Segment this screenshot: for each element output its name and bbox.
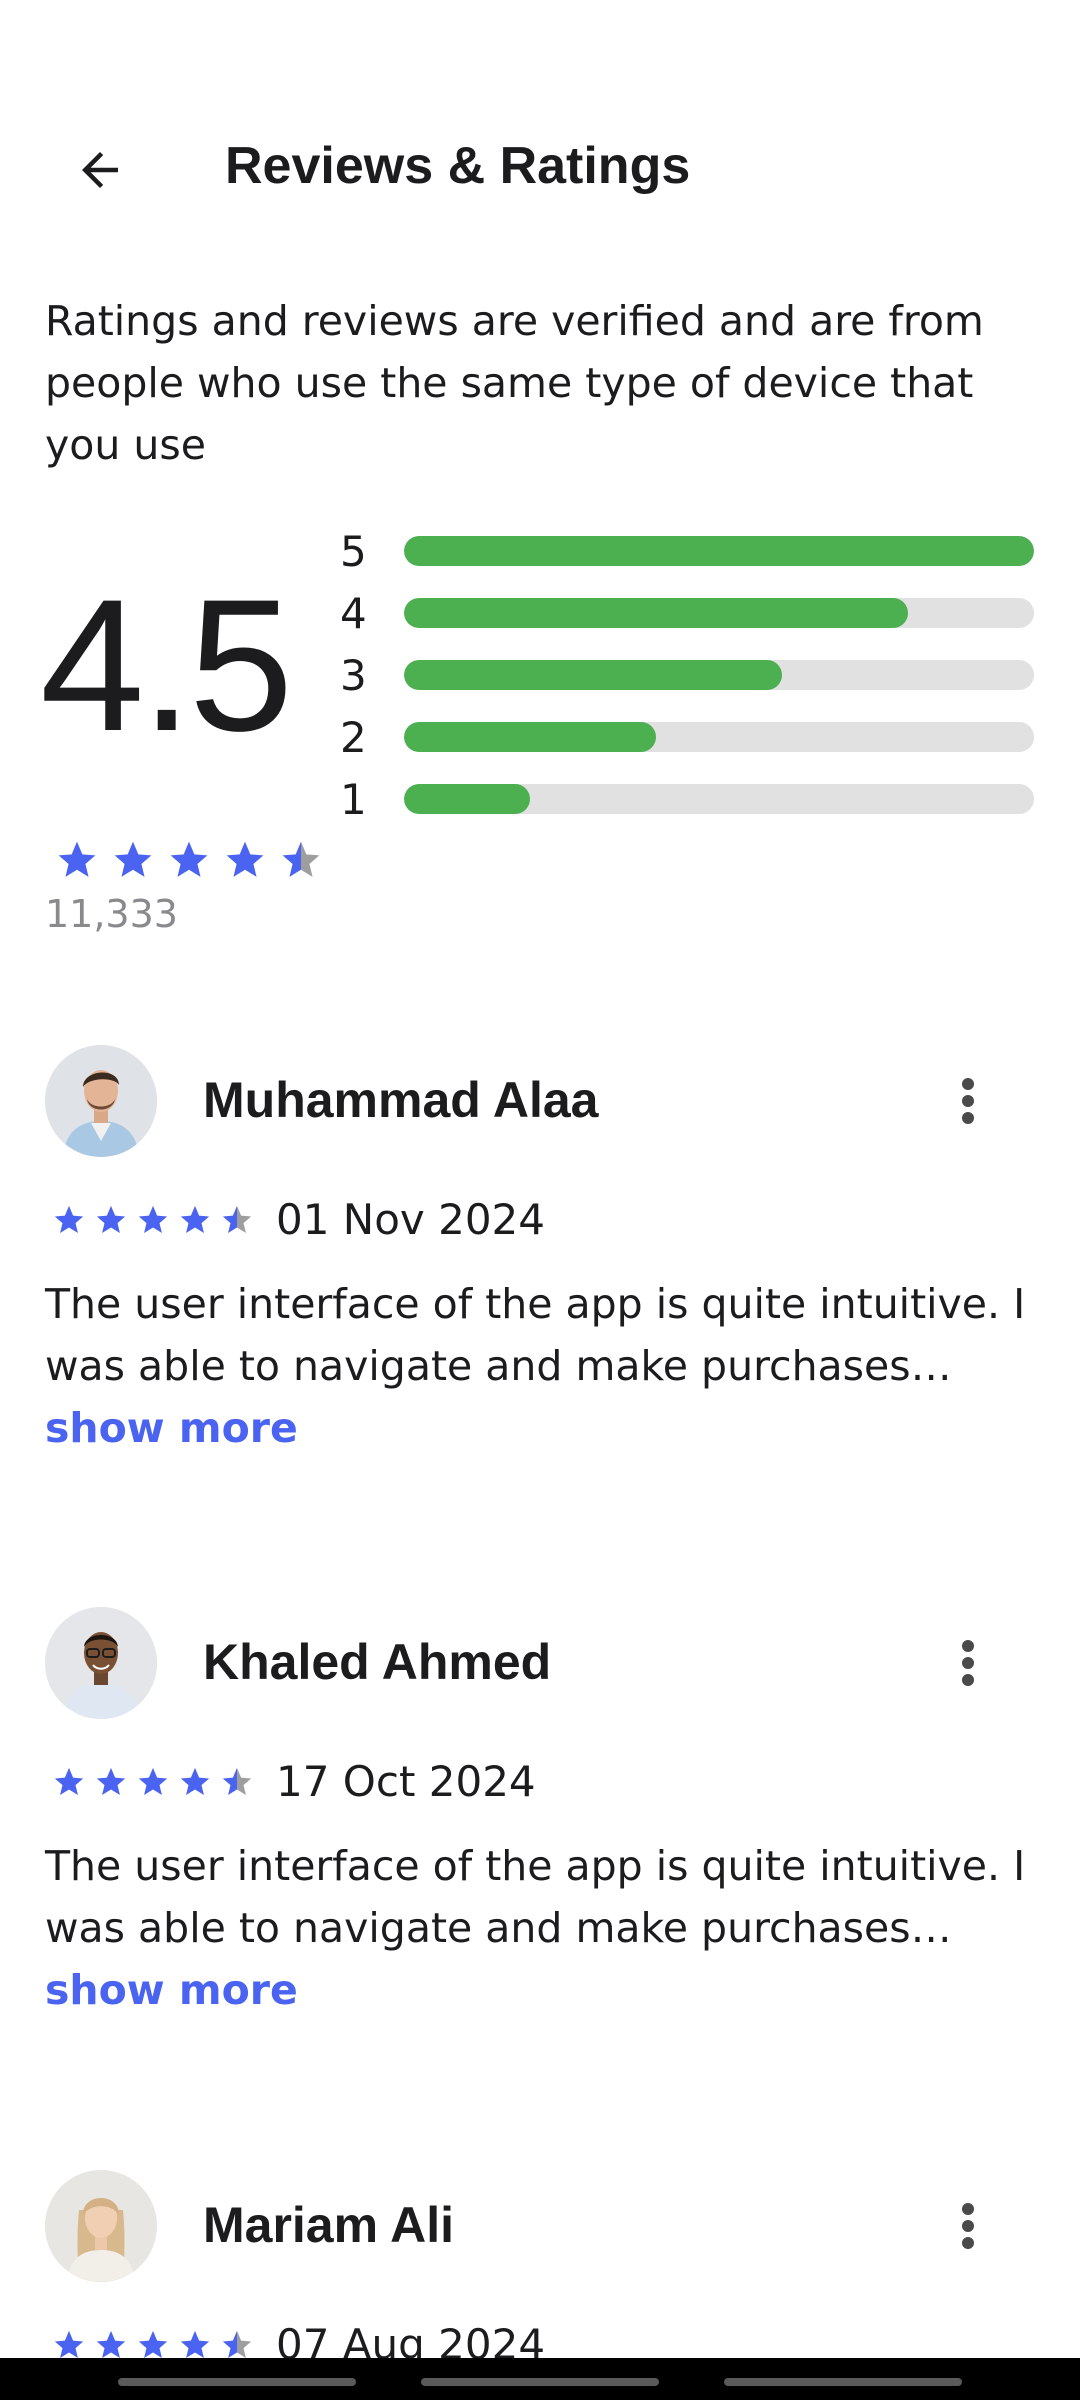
star-icon bbox=[54, 2330, 84, 2358]
distribution-row-3: 3 bbox=[340, 644, 1040, 706]
nav-handle bbox=[724, 2378, 962, 2386]
distribution-track bbox=[404, 784, 1034, 814]
distribution-track bbox=[404, 660, 1034, 690]
distribution-track bbox=[404, 536, 1034, 566]
more-options-button[interactable] bbox=[940, 2196, 996, 2256]
avatar bbox=[45, 1607, 157, 1719]
star-icon bbox=[58, 841, 96, 877]
average-rating: 4.5 bbox=[40, 560, 293, 770]
distribution-track bbox=[404, 598, 1034, 628]
star-icon bbox=[138, 1767, 168, 1795]
star-icon bbox=[96, 1205, 126, 1233]
distribution-fill bbox=[404, 722, 656, 752]
more-vertical-icon bbox=[962, 2203, 974, 2249]
avatar bbox=[45, 2170, 157, 2282]
star-icon bbox=[170, 841, 208, 877]
nav-handle bbox=[118, 2378, 356, 2386]
distribution-fill bbox=[404, 598, 908, 628]
star-icon bbox=[138, 1205, 168, 1233]
distribution-label: 4 bbox=[340, 588, 367, 638]
distribution-row-1: 1 bbox=[340, 768, 1040, 830]
reviewer-name: Muhammad Alaa bbox=[203, 1072, 599, 1128]
review-body: The user interface of the app is quite i… bbox=[45, 1280, 1026, 1390]
review-rating-row: 17 Oct 2024 bbox=[52, 1757, 536, 1806]
summary-star-rating bbox=[55, 838, 323, 882]
more-options-button[interactable] bbox=[940, 1071, 996, 1131]
distribution-row-4: 4 bbox=[340, 582, 1040, 644]
review-star-rating bbox=[52, 2328, 254, 2362]
show-more-link[interactable]: show more bbox=[45, 1404, 298, 1452]
star-icon bbox=[222, 1205, 252, 1233]
header-bar: Reviews & Ratings bbox=[0, 120, 1080, 210]
arrow-left-icon bbox=[82, 152, 118, 188]
distribution-fill bbox=[404, 660, 782, 690]
star-icon bbox=[180, 1205, 210, 1233]
distribution-label: 3 bbox=[340, 650, 367, 700]
distribution-label: 1 bbox=[340, 774, 367, 824]
star-icon bbox=[222, 2330, 252, 2358]
star-icon bbox=[180, 1767, 210, 1795]
review-star-rating bbox=[52, 1765, 254, 1799]
page-title: Reviews & Ratings bbox=[225, 137, 691, 195]
star-icon bbox=[180, 2330, 210, 2358]
system-navigation-bar bbox=[0, 2358, 1080, 2400]
more-vertical-icon bbox=[962, 1640, 974, 1686]
review-star-rating bbox=[52, 1203, 254, 1237]
distribution-fill bbox=[404, 536, 1034, 566]
star-icon bbox=[96, 1767, 126, 1795]
rating-summary: 4.5 11,333 5 4 3 2 1 bbox=[0, 520, 1080, 940]
review-date: 01 Nov 2024 bbox=[276, 1195, 546, 1244]
show-more-link[interactable]: show more bbox=[45, 1966, 298, 2014]
star-icon bbox=[282, 841, 320, 877]
review-text: The user interface of the app is quite i… bbox=[45, 1835, 1045, 2021]
rating-distribution: 5 4 3 2 1 bbox=[340, 520, 1040, 830]
star-icon bbox=[222, 1767, 252, 1795]
star-icon bbox=[226, 841, 264, 877]
review-date: 17 Oct 2024 bbox=[276, 1757, 536, 1806]
avatar bbox=[45, 1045, 157, 1157]
reviewer-name: Khaled Ahmed bbox=[203, 1634, 552, 1690]
star-icon bbox=[54, 1205, 84, 1233]
review-body: The user interface of the app is quite i… bbox=[45, 1842, 1026, 1952]
more-vertical-icon bbox=[962, 1078, 974, 1124]
rating-count: 11,333 bbox=[45, 892, 178, 936]
verification-notice: Ratings and reviews are verified and are… bbox=[45, 297, 984, 469]
more-options-button[interactable] bbox=[940, 1633, 996, 1693]
star-icon bbox=[114, 841, 152, 877]
distribution-label: 5 bbox=[340, 526, 367, 576]
distribution-row-2: 2 bbox=[340, 706, 1040, 768]
distribution-track bbox=[404, 722, 1034, 752]
distribution-fill bbox=[404, 784, 530, 814]
reviewer-name: Mariam Ali bbox=[203, 2197, 455, 2253]
distribution-label: 2 bbox=[340, 712, 367, 762]
star-icon bbox=[54, 1767, 84, 1795]
back-button[interactable] bbox=[60, 130, 140, 210]
nav-handle bbox=[421, 2378, 659, 2386]
star-icon bbox=[96, 2330, 126, 2358]
star-icon bbox=[138, 2330, 168, 2358]
review-text: The user interface of the app is quite i… bbox=[45, 1273, 1045, 1459]
distribution-row-5: 5 bbox=[340, 520, 1040, 582]
review-rating-row: 01 Nov 2024 bbox=[52, 1195, 545, 1244]
